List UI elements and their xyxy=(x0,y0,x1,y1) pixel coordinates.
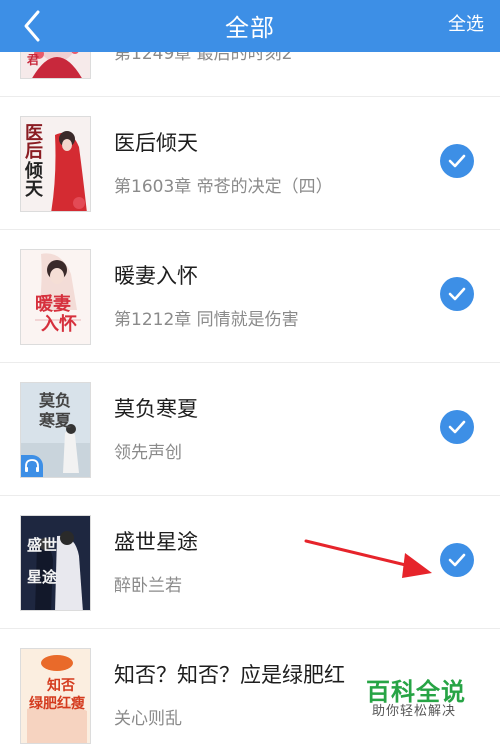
list-item[interactable]: 莫负 寒夏 莫负寒夏 领先声创 xyxy=(0,363,500,496)
book-list: 君 第1249章 最后的时刻2 医后 倾天 医后倾天 第1603章 帝苍的决定（… xyxy=(0,52,500,744)
book-cover: 知否 绿肥红瘦 xyxy=(20,648,91,744)
book-cover: 君 xyxy=(20,52,91,79)
book-author: 关心则乱 xyxy=(114,709,182,729)
selected-checkbox[interactable] xyxy=(440,277,474,311)
selected-checkbox[interactable] xyxy=(440,410,474,444)
book-title: 暖妻入怀 xyxy=(114,264,198,288)
watermark-subtitle: 助你轻松解决 xyxy=(372,704,457,719)
book-cover: 医后 倾天 xyxy=(20,116,91,212)
list-item[interactable]: 暖妻 入怀 暖妻入怀 第1212章 同情就是伤害 xyxy=(0,230,500,363)
checkmark-icon xyxy=(448,287,466,301)
book-title: 莫负寒夏 xyxy=(114,397,198,421)
audiobook-badge xyxy=(21,455,43,477)
book-cover: 盛世 星途 xyxy=(20,515,91,611)
headphones-icon xyxy=(25,459,39,472)
checkmark-icon xyxy=(448,420,466,434)
book-cover: 莫负 寒夏 xyxy=(20,382,91,478)
checkmark-icon xyxy=(448,553,466,567)
book-cover: 暖妻 入怀 xyxy=(20,249,91,345)
checkmark-icon xyxy=(448,154,466,168)
list-item[interactable]: 君 第1249章 最后的时刻2 xyxy=(0,52,500,97)
book-title: 医后倾天 xyxy=(114,131,198,155)
book-title: 盛世星途 xyxy=(114,530,198,554)
selected-checkbox[interactable] xyxy=(440,144,474,178)
book-author: 领先声创 xyxy=(114,443,182,463)
latest-chapter: 第1603章 帝苍的决定（四） xyxy=(114,177,333,197)
select-all-button[interactable]: 全选 xyxy=(448,10,484,36)
list-item[interactable]: 盛世 星途 盛世星途 醉卧兰若 xyxy=(0,496,500,629)
latest-chapter: 第1249章 最后的时刻2 xyxy=(114,52,293,64)
watermark-logo: 百科全说 助你轻松解决 xyxy=(352,668,500,744)
latest-chapter: 第1212章 同情就是伤害 xyxy=(114,310,299,330)
list-item[interactable]: 医后 倾天 医后倾天 第1603章 帝苍的决定（四） xyxy=(0,97,500,230)
book-title: 知否？知否？应是绿肥红 xyxy=(114,663,345,687)
page-title: 全部 xyxy=(225,14,275,42)
top-bar: 全部 全选 xyxy=(0,0,500,52)
book-author: 醉卧兰若 xyxy=(114,576,182,596)
selected-checkbox[interactable] xyxy=(440,543,474,577)
